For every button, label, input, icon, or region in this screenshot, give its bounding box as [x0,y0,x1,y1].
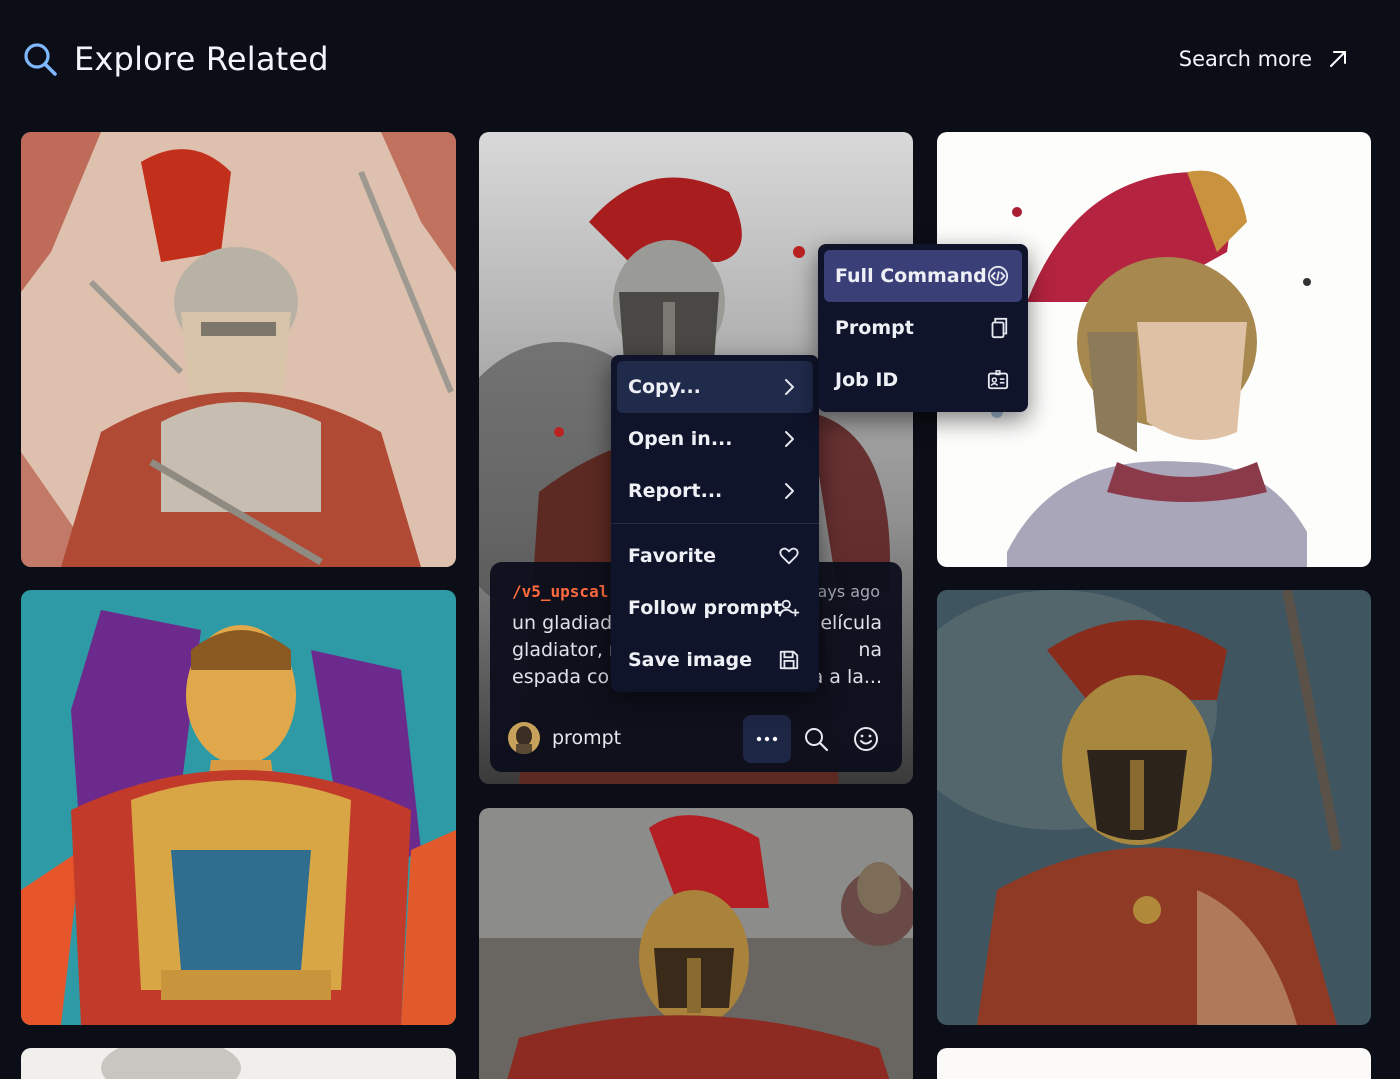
image-card[interactable] [21,1048,456,1079]
search-icon [805,728,829,752]
menu-item-label: Report... [628,480,723,502]
menu-item-label: Full Command [835,265,987,287]
prompt-line-right: a a la... [811,666,882,688]
gladiator-image [937,1048,1371,1079]
context-menu: Copy... Open in... Report... Favorite Fo… [611,355,819,692]
timestamp: ays ago [817,582,880,601]
user-plus-icon [777,596,801,620]
chevron-right-icon [777,479,801,503]
react-button[interactable] [849,722,883,756]
gladiator-image [937,590,1371,1025]
chevron-right-icon [777,375,801,399]
menu-item-label: Copy... [628,376,701,398]
heart-icon [777,544,801,568]
gladiator-image [21,132,456,567]
menu-item-full-command[interactable]: Full Command [824,250,1022,302]
image-card[interactable] [937,1048,1371,1079]
copy-submenu: Full Command Prompt Job ID [818,244,1028,412]
search-more-link[interactable]: Search more [1179,40,1350,78]
menu-item-save-image[interactable]: Save image [617,634,813,686]
menu-item-favorite[interactable]: Favorite [617,530,813,582]
menu-divider [611,523,819,524]
more-options-button[interactable] [743,715,791,763]
prompt-line-right: elícula [820,612,882,634]
search-more-label: Search more [1178,47,1312,71]
image-card[interactable] [479,808,913,1079]
gladiator-image [21,1048,456,1079]
user-link[interactable]: prompt [508,722,621,754]
menu-item-job-id[interactable]: Job ID [824,354,1022,406]
menu-item-label: Save image [628,649,753,671]
arrow-up-right-icon [1330,51,1346,67]
menu-item-follow-prompt[interactable]: Follow prompt [617,582,813,634]
code-icon [986,264,1010,288]
ellipsis-icon [756,736,778,742]
menu-item-label: Prompt [835,317,914,339]
prompt-line-right: na [858,639,882,661]
menu-item-report[interactable]: Report... [617,465,813,517]
search-similar-button[interactable] [799,722,833,756]
avatar [508,722,540,754]
menu-item-label: Favorite [628,545,716,567]
save-icon [777,648,801,672]
id-card-icon [986,368,1010,392]
menu-item-label: Open in... [628,428,733,450]
username: prompt [552,727,622,749]
menu-item-label: Follow prompt [628,597,783,619]
menu-item-prompt[interactable]: Prompt [824,302,1022,354]
menu-item-copy[interactable]: Copy... [617,361,813,413]
explore-related-page: Explore Related Search more /v5_upscal a… [0,0,1400,1079]
copy-icon [986,316,1010,340]
smile-icon [854,727,878,751]
section-title: Explore Related [74,40,329,78]
image-card[interactable] [21,132,456,567]
search-icon [24,43,57,76]
image-card[interactable] [21,590,456,1025]
image-card[interactable] [937,590,1371,1025]
section-header: Explore Related [22,36,329,82]
gladiator-image [479,808,913,1079]
menu-item-label: Job ID [835,369,899,391]
gladiator-image [21,590,456,1025]
chevron-right-icon [777,427,801,451]
command-label: /v5_upscal [512,582,609,601]
menu-item-open-in[interactable]: Open in... [617,413,813,465]
